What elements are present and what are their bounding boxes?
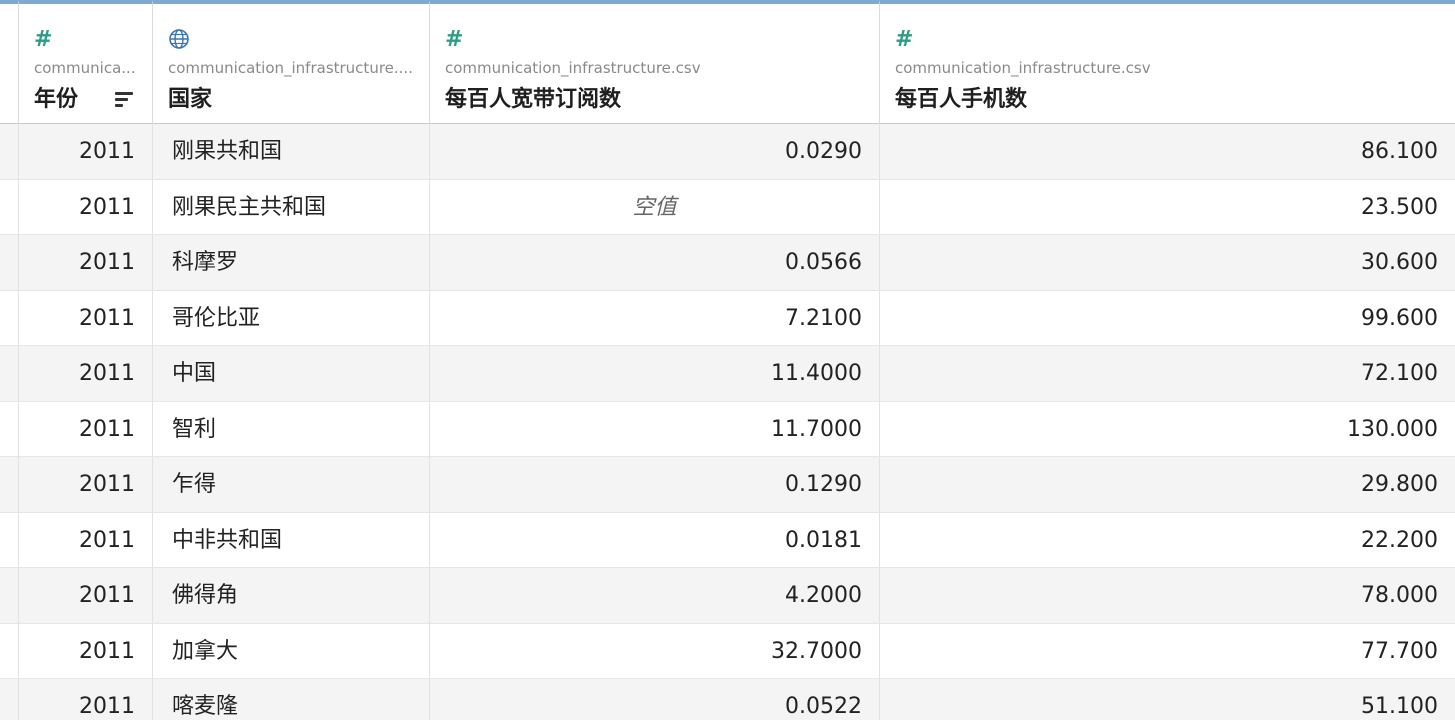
number-icon: # xyxy=(445,27,464,52)
cell-broadband[interactable]: 0.0181 xyxy=(430,512,880,567)
column-header-mobile[interactable]: # communication_infrastructure.csv 每百人手机… xyxy=(880,0,1455,124)
column-source: communication_infrastructure.csv xyxy=(445,59,701,77)
cell-mobile[interactable]: 30.600 xyxy=(880,235,1455,290)
table-row[interactable]: 2011 乍得 0.1290 29.800 xyxy=(0,457,1455,513)
cell-mobile[interactable]: 78.000 xyxy=(880,568,1455,623)
cell-broadband[interactable]: 7.2100 xyxy=(430,290,880,345)
grid-body: 2011 刚果共和国 0.0290 86.100 2011 刚果民主共和国 空值 23.500… xyxy=(0,124,1455,720)
row-handle[interactable] xyxy=(0,346,19,401)
cell-mobile[interactable]: 99.600 xyxy=(880,291,1455,346)
cell-country[interactable]: 智利 xyxy=(153,401,430,456)
table-row[interactable]: 2011 中国 11.4000 72.100 xyxy=(0,346,1455,402)
cell-country[interactable]: 中国 xyxy=(153,346,430,401)
cell-country[interactable]: 哥伦比亚 xyxy=(153,290,430,345)
number-icon: # xyxy=(34,27,53,52)
column-name: 每百人宽带订阅数 xyxy=(445,87,622,112)
table-row[interactable]: 2011 刚果共和国 0.0290 86.100 xyxy=(0,124,1455,180)
cell-year[interactable]: 2011 xyxy=(19,179,153,234)
row-handle[interactable] xyxy=(0,401,19,456)
cell-broadband[interactable]: 32.7000 xyxy=(430,623,880,678)
row-handle[interactable] xyxy=(0,124,19,179)
cell-year[interactable]: 2011 xyxy=(19,346,153,401)
cell-year[interactable]: 2011 xyxy=(19,235,153,290)
row-handle[interactable] xyxy=(0,235,19,290)
cell-broadband[interactable]: 4.2000 xyxy=(430,568,880,623)
cell-year[interactable]: 2011 xyxy=(19,124,153,179)
row-handle[interactable] xyxy=(0,623,19,678)
table-row[interactable]: 2011 科摩罗 0.0566 30.600 xyxy=(0,235,1455,291)
cell-year[interactable]: 2011 xyxy=(19,623,153,678)
column-header-country[interactable]: communication_infrastructure.... 国家 xyxy=(153,0,430,124)
cell-country[interactable]: 乍得 xyxy=(153,457,430,512)
row-handle[interactable] xyxy=(0,457,19,512)
cell-broadband[interactable]: 0.0522 xyxy=(430,679,880,720)
cell-country[interactable]: 科摩罗 xyxy=(153,235,430,290)
cell-mobile[interactable]: 86.100 xyxy=(880,124,1455,179)
row-handle[interactable] xyxy=(0,290,19,345)
cell-mobile[interactable]: 23.500 xyxy=(880,180,1455,235)
cell-country[interactable]: 刚果民主共和国 xyxy=(153,179,430,234)
cell-broadband[interactable]: 0.0290 xyxy=(430,124,880,179)
cell-year[interactable]: 2011 xyxy=(19,290,153,345)
cell-mobile[interactable]: 51.100 xyxy=(880,679,1455,720)
row-header-spacer xyxy=(0,0,19,124)
cell-country[interactable]: 佛得角 xyxy=(153,568,430,623)
cell-broadband[interactable]: 0.1290 xyxy=(430,457,880,512)
cell-broadband[interactable]: 11.7000 xyxy=(430,401,880,456)
table-row[interactable]: 2011 智利 11.7000 130.000 xyxy=(0,401,1455,457)
column-source: communication_infrastructure.csv xyxy=(895,59,1151,77)
cell-mobile[interactable]: 72.100 xyxy=(880,346,1455,401)
cell-broadband[interactable]: 0.0566 xyxy=(430,235,880,290)
cell-mobile[interactable]: 29.800 xyxy=(880,457,1455,512)
column-name: 每百人手机数 xyxy=(895,87,1028,112)
cell-mobile[interactable]: 77.700 xyxy=(880,624,1455,679)
row-handle[interactable] xyxy=(0,679,19,720)
column-header-year[interactable]: # communica... 年份 xyxy=(19,0,153,124)
number-icon: # xyxy=(895,27,914,52)
cell-year[interactable]: 2011 xyxy=(19,568,153,623)
table-row[interactable]: 2011 中非共和国 0.0181 22.200 xyxy=(0,512,1455,568)
globe-icon xyxy=(168,28,190,50)
cell-mobile[interactable]: 130.000 xyxy=(880,402,1455,457)
data-grid: # communica... 年份 communication_infrastr… xyxy=(0,0,1455,720)
cell-year[interactable]: 2011 xyxy=(19,401,153,456)
column-name: 年份 xyxy=(34,87,79,112)
sort-icon[interactable] xyxy=(115,91,133,109)
cell-broadband[interactable]: 11.4000 xyxy=(430,346,880,401)
table-row[interactable]: 2011 佛得角 4.2000 78.000 xyxy=(0,568,1455,624)
cell-null-value[interactable]: 空值 xyxy=(430,179,880,234)
column-source: communication_infrastructure.... xyxy=(168,59,413,77)
cell-mobile[interactable]: 22.200 xyxy=(880,513,1455,568)
grid-header: # communica... 年份 communication_infrastr… xyxy=(0,0,1455,124)
column-name: 国家 xyxy=(168,87,213,112)
row-handle[interactable] xyxy=(0,179,19,234)
cell-country[interactable]: 加拿大 xyxy=(153,623,430,678)
cell-country[interactable]: 中非共和国 xyxy=(153,512,430,567)
row-handle[interactable] xyxy=(0,512,19,567)
cell-year[interactable]: 2011 xyxy=(19,512,153,567)
cell-year[interactable]: 2011 xyxy=(19,457,153,512)
table-row[interactable]: 2011 喀麦隆 0.0522 51.100 xyxy=(0,679,1455,720)
column-source: communica... xyxy=(34,59,136,77)
cell-year[interactable]: 2011 xyxy=(19,679,153,720)
cell-country[interactable]: 刚果共和国 xyxy=(153,124,430,179)
column-header-broadband[interactable]: # communication_infrastructure.csv 每百人宽带… xyxy=(430,0,880,124)
table-row[interactable]: 2011 哥伦比亚 7.2100 99.600 xyxy=(0,290,1455,346)
cell-country[interactable]: 喀麦隆 xyxy=(153,679,430,720)
table-row[interactable]: 2011 刚果民主共和国 空值 23.500 xyxy=(0,179,1455,235)
row-handle[interactable] xyxy=(0,568,19,623)
table-row[interactable]: 2011 加拿大 32.7000 77.700 xyxy=(0,623,1455,679)
